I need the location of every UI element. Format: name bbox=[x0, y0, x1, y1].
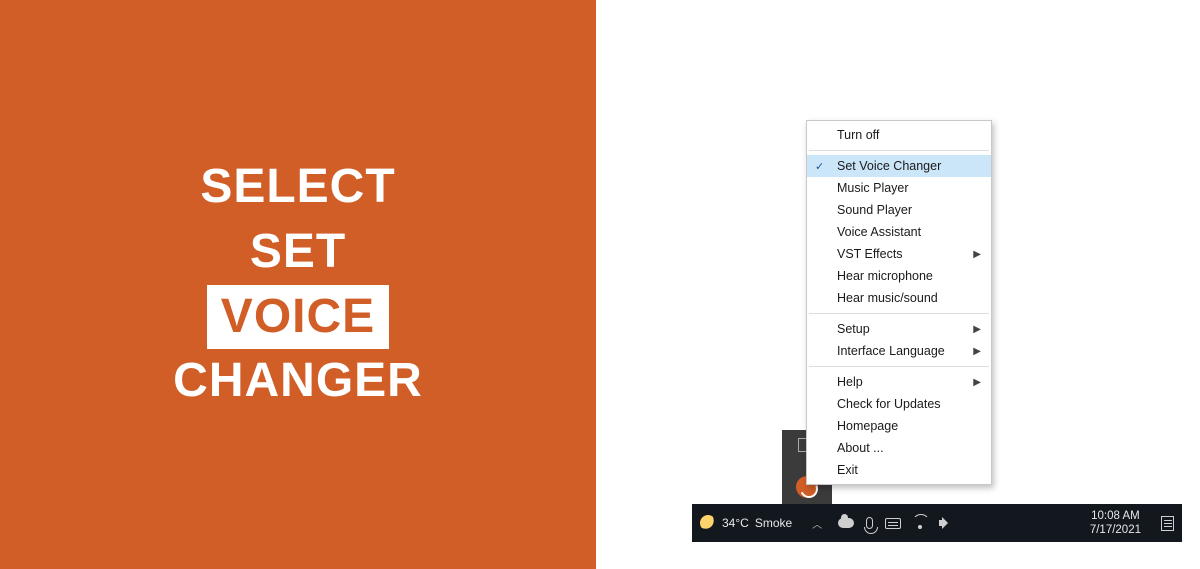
menu-item-setup[interactable]: Setup ▶ bbox=[807, 318, 991, 340]
menu-item-sound-player[interactable]: Sound Player bbox=[807, 199, 991, 221]
weather-temp: 34°C bbox=[722, 516, 749, 530]
chevron-right-icon: ▶ bbox=[973, 346, 981, 357]
chevron-right-icon: ▶ bbox=[973, 249, 981, 260]
title-line-4: CHANGER bbox=[173, 349, 423, 414]
menu-item-turn-off[interactable]: Turn off bbox=[807, 124, 991, 146]
menu-item-label: Set Voice Changer bbox=[837, 159, 941, 173]
onedrive-icon[interactable] bbox=[838, 518, 854, 528]
tray-icons bbox=[838, 516, 953, 530]
menu-item-label: Exit bbox=[837, 463, 858, 477]
instruction-title: SELECT SET VOICE CHANGER bbox=[173, 155, 423, 414]
taskbar-date: 7/17/2021 bbox=[1090, 523, 1141, 537]
chevron-right-icon: ▶ bbox=[973, 377, 981, 388]
menu-item-label: Music Player bbox=[837, 181, 909, 195]
taskbar-weather[interactable]: 34°C Smoke bbox=[700, 515, 792, 531]
menu-item-label: About ... bbox=[837, 441, 884, 455]
tray-context-menu: Turn off ✓ Set Voice Changer Music Player So… bbox=[806, 120, 992, 485]
weather-desc: Smoke bbox=[755, 516, 792, 530]
menu-item-interface-language[interactable]: Interface Language ▶ bbox=[807, 340, 991, 362]
menu-item-label: Sound Player bbox=[837, 203, 912, 217]
menu-item-label: Hear microphone bbox=[837, 269, 933, 283]
menu-item-homepage[interactable]: Homepage bbox=[807, 415, 991, 437]
menu-item-voice-assistant[interactable]: Voice Assistant bbox=[807, 221, 991, 243]
wifi-icon[interactable] bbox=[913, 516, 927, 530]
title-line-1: SELECT bbox=[173, 155, 423, 220]
menu-item-vst-effects[interactable]: VST Effects ▶ bbox=[807, 243, 991, 265]
menu-item-label: Setup bbox=[837, 322, 870, 336]
weather-icon bbox=[700, 515, 716, 531]
chevron-right-icon: ▶ bbox=[973, 324, 981, 335]
taskbar-clock[interactable]: 10:08 AM 7/17/2021 bbox=[1090, 509, 1141, 538]
menu-item-about[interactable]: About ... bbox=[807, 437, 991, 459]
menu-item-exit[interactable]: Exit bbox=[807, 459, 991, 481]
menu-item-label: Homepage bbox=[837, 419, 898, 433]
menu-item-label: Interface Language bbox=[837, 344, 945, 358]
menu-item-label: Voice Assistant bbox=[837, 225, 921, 239]
taskbar-time: 10:08 AM bbox=[1090, 509, 1141, 523]
taskbar: 34°C Smoke ︿ 10:08 AM 7/17/2021 bbox=[692, 504, 1182, 542]
action-center-icon[interactable] bbox=[1161, 516, 1174, 531]
menu-item-label: VST Effects bbox=[837, 247, 903, 261]
microphone-icon[interactable] bbox=[866, 517, 873, 529]
menu-item-hear-microphone[interactable]: Hear microphone bbox=[807, 265, 991, 287]
menu-item-set-voice-changer[interactable]: ✓ Set Voice Changer bbox=[807, 155, 991, 177]
menu-separator bbox=[809, 313, 989, 314]
check-icon: ✓ bbox=[815, 160, 824, 173]
title-line-3-boxed: VOICE bbox=[207, 285, 389, 350]
show-hidden-icons-button[interactable]: ︿ bbox=[812, 516, 822, 531]
instruction-panel: SELECT SET VOICE CHANGER bbox=[0, 0, 596, 569]
menu-item-check-for-updates[interactable]: Check for Updates bbox=[807, 393, 991, 415]
menu-item-music-player[interactable]: Music Player bbox=[807, 177, 991, 199]
input-keyboard-icon[interactable] bbox=[885, 518, 901, 529]
menu-separator bbox=[809, 366, 989, 367]
menu-item-label: Hear music/sound bbox=[837, 291, 938, 305]
menu-item-hear-music-sound[interactable]: Hear music/sound bbox=[807, 287, 991, 309]
menu-item-label: Check for Updates bbox=[837, 397, 941, 411]
menu-separator bbox=[809, 150, 989, 151]
title-line-2: SET bbox=[173, 220, 423, 285]
menu-item-label: Help bbox=[837, 375, 863, 389]
menu-item-label: Turn off bbox=[837, 128, 879, 142]
speaker-icon[interactable] bbox=[939, 516, 953, 530]
menu-item-help[interactable]: Help ▶ bbox=[807, 371, 991, 393]
